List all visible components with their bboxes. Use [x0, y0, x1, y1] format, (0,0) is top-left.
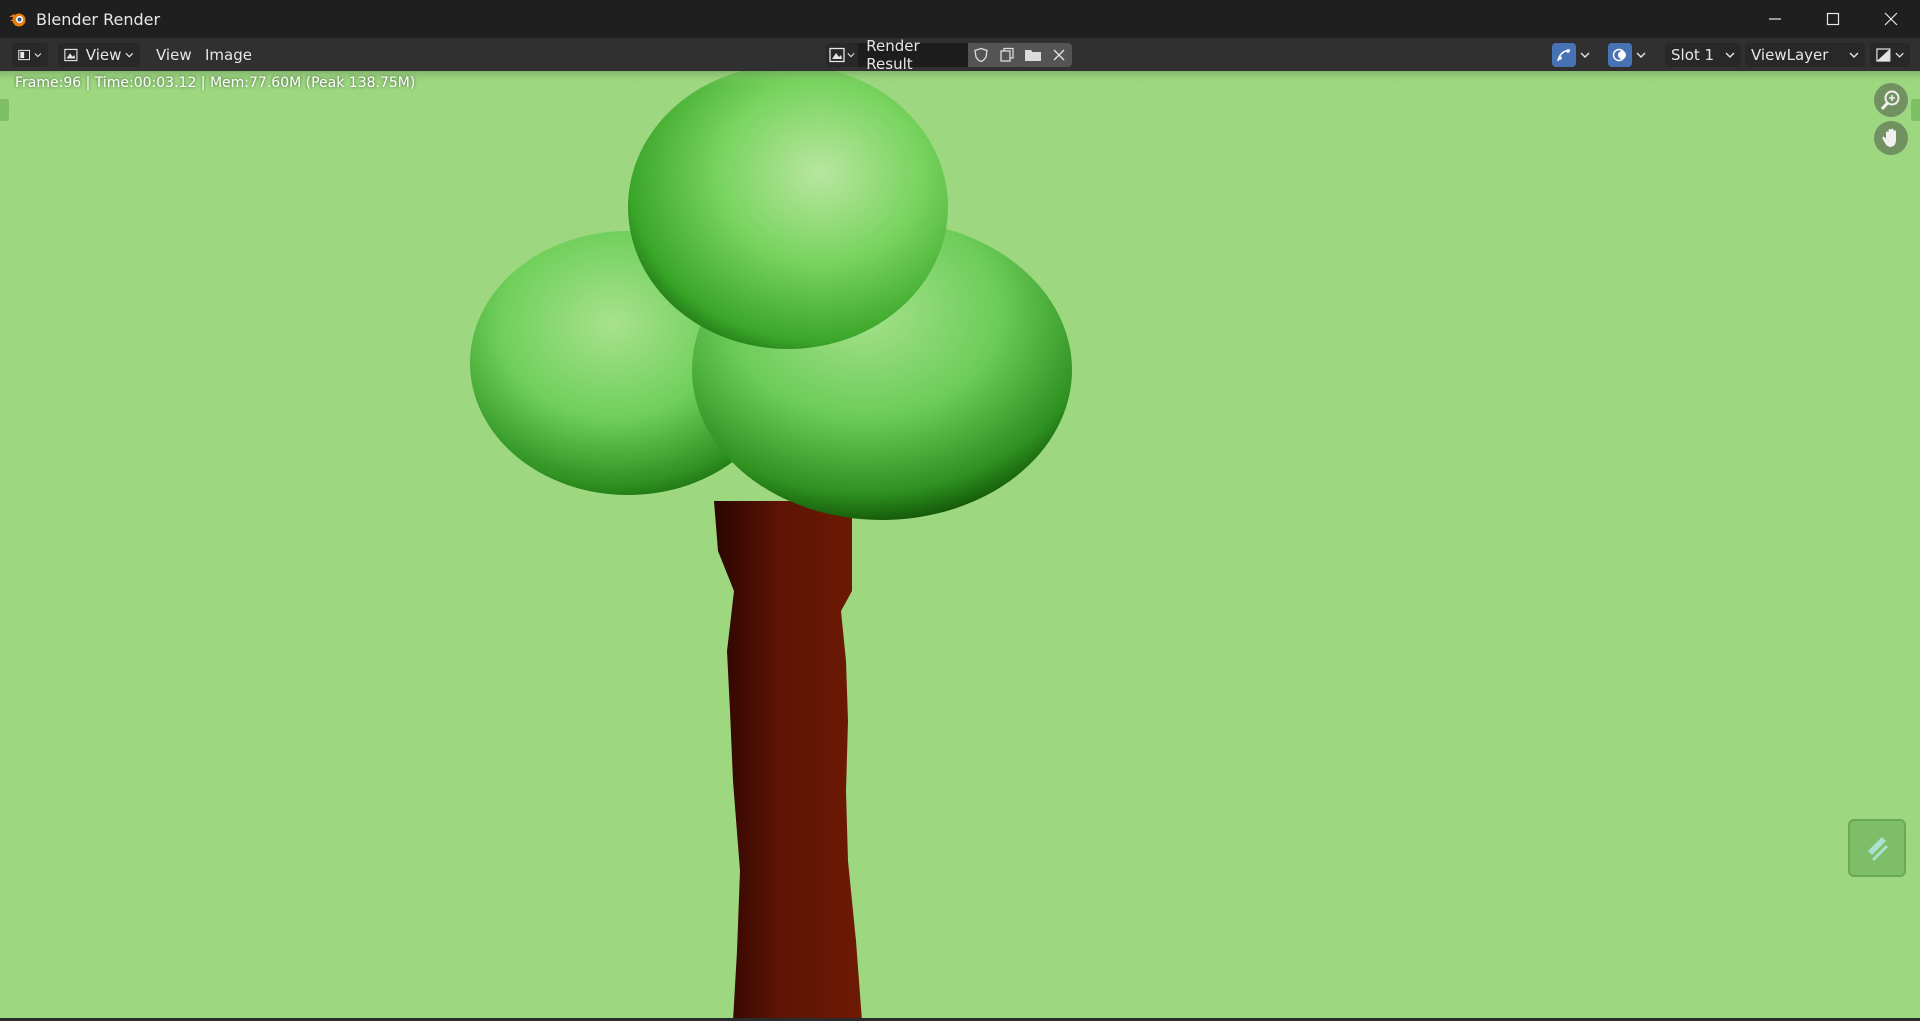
pan-hand-icon — [1882, 128, 1896, 147]
toolbar-toggle-tab[interactable] — [0, 99, 9, 121]
maximize-icon — [1826, 12, 1840, 26]
tree-trunk — [714, 501, 862, 1021]
image-datablock-selector: Render Result — [826, 37, 1072, 73]
view-layer-dropdown[interactable]: ViewLayer — [1745, 43, 1865, 67]
fake-user-shield-icon — [974, 47, 988, 63]
chevron-down-icon — [1849, 52, 1859, 58]
display-channels-icon — [1876, 48, 1891, 62]
overlay-icon — [1612, 48, 1626, 62]
title-bar: Blender Render — [0, 0, 1920, 38]
maximize-button[interactable] — [1804, 0, 1862, 38]
menu-image[interactable]: Image — [199, 43, 258, 67]
chevron-down-icon — [125, 52, 134, 58]
chevron-down-icon — [1725, 52, 1735, 58]
blender-logo-icon — [9, 13, 26, 27]
browse-image-button[interactable] — [826, 43, 859, 67]
foliage-top — [628, 71, 948, 349]
view-mode-dropdown[interactable]: View — [58, 43, 140, 67]
image-editor-icon — [18, 49, 31, 61]
overlay-toggle[interactable] — [1608, 43, 1646, 67]
editor-type-dropdown[interactable] — [12, 43, 48, 67]
pan-button[interactable] — [1874, 121, 1908, 155]
zoom-icon — [1880, 90, 1900, 111]
tool-icon — [1868, 837, 1888, 861]
image-tools — [968, 43, 1072, 67]
minimize-button[interactable] — [1746, 0, 1804, 38]
image-browse-icon — [829, 47, 845, 63]
gizmo-icon — [1557, 49, 1571, 62]
duplicate-image-button[interactable] — [994, 43, 1020, 67]
chevron-down-icon — [1636, 52, 1646, 58]
image-editor-header: View View Image Render Result Slot 1 Vie… — [0, 37, 1920, 73]
chevron-down-icon — [1895, 52, 1904, 58]
sidebar-toggle-tab[interactable] — [1911, 99, 1920, 121]
render-slot-dropdown[interactable]: Slot 1 — [1665, 43, 1741, 67]
gizmo-toggle[interactable] — [1552, 43, 1590, 67]
window-title: Blender Render — [36, 9, 161, 29]
open-folder-icon — [1025, 50, 1041, 61]
fake-user-button[interactable] — [968, 43, 994, 67]
view-layer-label: ViewLayer — [1751, 46, 1829, 64]
chevron-down-icon — [847, 53, 855, 58]
close-icon — [1884, 12, 1898, 26]
close-window-button[interactable] — [1862, 0, 1920, 38]
render-viewport[interactable]: Frame:96 | Time:00:03.12 | Mem:77.60M (P… — [0, 71, 1920, 1021]
chevron-down-icon — [1580, 52, 1590, 58]
window-controls — [1746, 0, 1920, 38]
display-channels-dropdown[interactable] — [1870, 43, 1910, 67]
chevron-down-icon — [34, 53, 42, 58]
unlink-image-button[interactable] — [1046, 43, 1072, 67]
menu-view[interactable]: View — [150, 43, 198, 67]
minimize-icon — [1769, 18, 1781, 20]
duplicate-icon — [1000, 47, 1014, 62]
view-mode-label: View — [85, 46, 122, 64]
zoom-button[interactable] — [1874, 83, 1908, 117]
open-image-button[interactable] — [1020, 43, 1046, 67]
render-stats: Frame:96 | Time:00:03.12 | Mem:77.60M (P… — [15, 75, 416, 91]
floating-tool-button[interactable] — [1848, 819, 1906, 877]
render-image — [0, 71, 1920, 1021]
image-mode-icon — [64, 48, 78, 62]
slot-label: Slot 1 — [1671, 46, 1715, 64]
image-name-field[interactable]: Render Result — [858, 37, 968, 73]
close-icon — [1053, 49, 1065, 61]
